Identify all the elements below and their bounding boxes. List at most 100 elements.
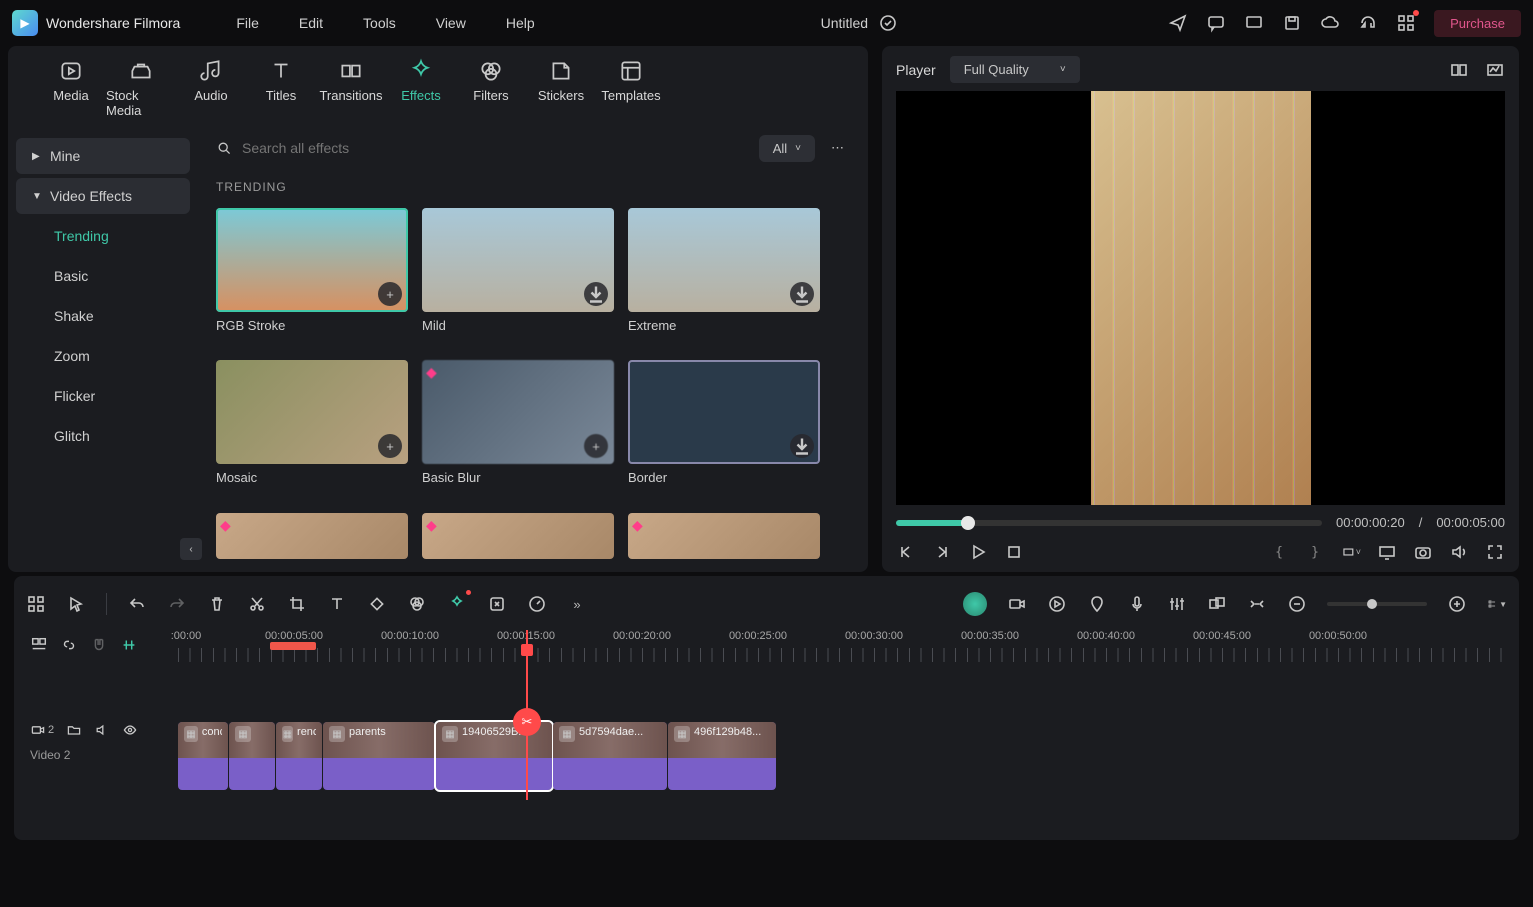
magnet-icon[interactable] xyxy=(90,636,108,654)
sidebar-sub-basic[interactable]: Basic xyxy=(16,258,190,294)
sidebar-sub-shake[interactable]: Shake xyxy=(16,298,190,334)
text-icon[interactable] xyxy=(327,594,347,614)
feedback-icon[interactable] xyxy=(1206,13,1226,33)
menu-help[interactable]: Help xyxy=(490,7,551,39)
purchase-button[interactable]: Purchase xyxy=(1434,10,1521,37)
link-icon[interactable] xyxy=(60,636,78,654)
track-options-icon[interactable]: ▼ xyxy=(1487,594,1507,614)
sidebar-mine[interactable]: ▶Mine xyxy=(16,138,190,174)
volume-icon[interactable] xyxy=(1449,542,1469,562)
timeline-clip[interactable]: ▦parents xyxy=(323,722,435,790)
zoom-out-icon[interactable] xyxy=(1287,594,1307,614)
mute-icon[interactable] xyxy=(94,722,110,738)
sidebar-video-effects[interactable]: ▼Video Effects xyxy=(16,178,190,214)
fullscreen-icon[interactable] xyxy=(1485,542,1505,562)
tab-transitions[interactable]: Transitions xyxy=(316,58,386,118)
menu-edit[interactable]: Edit xyxy=(283,7,339,39)
tab-titles[interactable]: Titles xyxy=(246,58,316,118)
add-icon[interactable]: + xyxy=(378,282,402,306)
mixer-icon[interactable] xyxy=(1167,594,1187,614)
scissor-icon[interactable]: ✂ xyxy=(513,708,541,736)
select-tool-icon[interactable] xyxy=(66,594,86,614)
cloud-icon[interactable] xyxy=(1320,13,1340,33)
timeline-ruler[interactable]: :00:0000:00:05:0000:00:10:0000:00:15:000… xyxy=(178,630,1507,664)
effect-card-row3c[interactable]: ◆ xyxy=(628,513,820,572)
sidebar-sub-zoom[interactable]: Zoom xyxy=(16,338,190,374)
tab-stickers[interactable]: Stickers xyxy=(526,58,596,118)
tab-stock-media[interactable]: Stock Media xyxy=(106,58,176,118)
mark-in-icon[interactable]: { xyxy=(1269,542,1289,562)
effect-card-row3b[interactable]: ◆ xyxy=(422,513,614,572)
enhance-icon[interactable] xyxy=(487,594,507,614)
scopes-icon[interactable] xyxy=(1485,60,1505,80)
effect-card-mosaic[interactable]: + Mosaic xyxy=(216,360,408,498)
layout-icon[interactable] xyxy=(26,594,46,614)
effect-card-border[interactable]: Border xyxy=(628,360,820,498)
timeline-clip[interactable]: ▦5d7594dae... xyxy=(553,722,667,790)
search-input[interactable] xyxy=(242,140,749,156)
color-icon[interactable] xyxy=(407,594,427,614)
send-icon[interactable] xyxy=(1168,13,1188,33)
delete-icon[interactable] xyxy=(207,594,227,614)
record-icon[interactable] xyxy=(1007,594,1027,614)
auto-ripple-icon[interactable] xyxy=(120,636,138,654)
display-icon[interactable] xyxy=(1377,542,1397,562)
snapshot-icon[interactable] xyxy=(1413,542,1433,562)
aspect-icon[interactable]: ˅ xyxy=(1341,542,1361,562)
compare-view-icon[interactable] xyxy=(1449,60,1469,80)
effect-card-extreme[interactable]: Extreme xyxy=(628,208,820,346)
undo-icon[interactable] xyxy=(127,594,147,614)
keyframe-icon[interactable] xyxy=(367,594,387,614)
add-icon[interactable]: + xyxy=(584,434,608,458)
menu-tools[interactable]: Tools xyxy=(347,7,412,39)
group-icon[interactable] xyxy=(1207,594,1227,614)
tab-effects[interactable]: Effects xyxy=(386,58,456,118)
tab-filters[interactable]: Filters xyxy=(456,58,526,118)
cut-icon[interactable] xyxy=(247,594,267,614)
ai-assistant-icon[interactable] xyxy=(963,592,987,616)
sidebar-sub-flicker[interactable]: Flicker xyxy=(16,378,190,414)
speed-icon[interactable] xyxy=(527,594,547,614)
add-track-icon[interactable] xyxy=(30,636,48,654)
voiceover-icon[interactable] xyxy=(1127,594,1147,614)
track-lane[interactable]: ▦conc▦▦rence▦parents▦19406529B...▦5d7594… xyxy=(178,668,1507,828)
apps-icon[interactable] xyxy=(1396,13,1416,33)
effect-card-rgb-stroke[interactable]: + RGB Stroke xyxy=(216,208,408,346)
tab-media[interactable]: Media xyxy=(36,58,106,118)
next-frame-icon[interactable] xyxy=(932,542,952,562)
download-icon[interactable] xyxy=(790,282,814,306)
filter-dropdown[interactable]: All˅ xyxy=(759,135,815,162)
timeline-clip[interactable]: ▦ xyxy=(229,722,275,790)
marker-icon[interactable] xyxy=(1087,594,1107,614)
playback-scrubber[interactable] xyxy=(896,520,1322,526)
mark-out-icon[interactable]: } xyxy=(1305,542,1325,562)
folder-icon[interactable] xyxy=(66,722,82,738)
render-icon[interactable] xyxy=(1047,594,1067,614)
crop-icon[interactable] xyxy=(287,594,307,614)
download-icon[interactable] xyxy=(584,282,608,306)
effect-card-basic-blur[interactable]: ◆+ Basic Blur xyxy=(422,360,614,498)
sidebar-sub-glitch[interactable]: Glitch xyxy=(16,418,190,454)
timeline-clip[interactable]: ▦conc xyxy=(178,722,228,790)
menu-view[interactable]: View xyxy=(420,7,482,39)
timeline-clip[interactable]: ▦496f129b48... xyxy=(668,722,776,790)
add-icon[interactable]: + xyxy=(378,434,402,458)
save-icon[interactable] xyxy=(1282,13,1302,33)
support-icon[interactable] xyxy=(1358,13,1378,33)
fit-icon[interactable] xyxy=(1247,594,1267,614)
visibility-icon[interactable] xyxy=(122,722,138,738)
cloud-sync-icon[interactable] xyxy=(878,13,898,33)
sidebar-sub-trending[interactable]: Trending xyxy=(16,218,190,254)
redo-icon[interactable] xyxy=(167,594,187,614)
zoom-in-icon[interactable] xyxy=(1447,594,1467,614)
screen-icon[interactable] xyxy=(1244,13,1264,33)
play-icon[interactable] xyxy=(968,542,988,562)
menu-file[interactable]: File xyxy=(220,7,275,39)
effect-card-mild[interactable]: Mild xyxy=(422,208,614,346)
tab-templates[interactable]: Templates xyxy=(596,58,666,118)
stop-icon[interactable] xyxy=(1004,542,1024,562)
zoom-slider[interactable] xyxy=(1327,602,1427,606)
ai-sparkle-icon[interactable] xyxy=(447,594,467,614)
more-tools-icon[interactable]: » xyxy=(567,594,587,614)
download-icon[interactable] xyxy=(790,434,814,458)
